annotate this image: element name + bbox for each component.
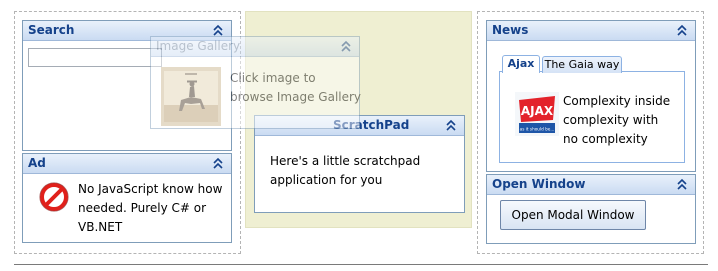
scratchpad-text-line-2: application for you: [270, 173, 383, 187]
scratchpad-panel: ScratchPad Here's a little scratchpad ap…: [254, 115, 465, 213]
ad-text-line-2: needed. Purely C# or: [78, 201, 207, 215]
ad-panel-header[interactable]: Ad: [23, 154, 231, 174]
news-content-line-3: no complexity: [563, 132, 648, 146]
search-input[interactable]: [28, 48, 162, 67]
news-tab-content: AJAX as it should be... Complexity insid…: [499, 71, 685, 163]
news-panel-header[interactable]: News: [487, 21, 695, 41]
open-modal-window-button[interactable]: Open Modal Window: [500, 200, 646, 230]
news-panel-title: News: [492, 23, 529, 37]
collapse-icon[interactable]: [212, 157, 224, 170]
ajax-logo-image: AJAX as it should be...: [515, 92, 559, 136]
news-panel: News AJAX as it should be... Complexity …: [486, 20, 696, 172]
ad-text-line-1: No JavaScript know how: [78, 182, 223, 196]
open-window-panel-header[interactable]: Open Window: [487, 175, 695, 195]
collapse-icon[interactable]: [445, 119, 457, 132]
image-gallery-panel-header[interactable]: Image Gallery: [151, 37, 359, 57]
collapse-icon[interactable]: [676, 24, 688, 37]
image-gallery-text-line-1: Click image to: [230, 71, 316, 85]
news-content-line-1: Complexity inside: [563, 94, 671, 108]
collapse-icon[interactable]: [676, 178, 688, 191]
ad-panel-title: Ad: [28, 156, 46, 170]
image-gallery-text-line-2: browse Image Gallery: [230, 90, 362, 104]
open-window-panel: Open Window Open Modal Window: [486, 174, 696, 244]
image-gallery-panel-title: Image Gallery: [156, 39, 241, 53]
tab-ajax[interactable]: Ajax: [502, 55, 540, 73]
collapse-icon[interactable]: [340, 40, 352, 53]
no-entry-icon: [39, 182, 69, 212]
search-panel-title: Search: [28, 23, 75, 37]
ad-text-line-3: VB.NET: [78, 220, 123, 234]
news-content-line-2: complexity with: [563, 113, 659, 127]
open-window-panel-title: Open Window: [492, 177, 586, 191]
gallery-thumbnail-image[interactable]: [161, 67, 221, 126]
scratchpad-text-line-1: Here's a little scratchpad: [270, 154, 421, 168]
tab-the-gaia-way[interactable]: The Gaia way: [542, 56, 622, 73]
ajax-logo-tagline: as it should be...: [520, 127, 555, 132]
bottom-divider: [14, 264, 708, 265]
ad-panel: Ad No JavaScript know how needed. Purely…: [22, 153, 232, 243]
image-gallery-panel[interactable]: Image Gallery Click image to browse Imag…: [150, 36, 362, 129]
ajax-logo-text: AJAX: [521, 104, 554, 118]
